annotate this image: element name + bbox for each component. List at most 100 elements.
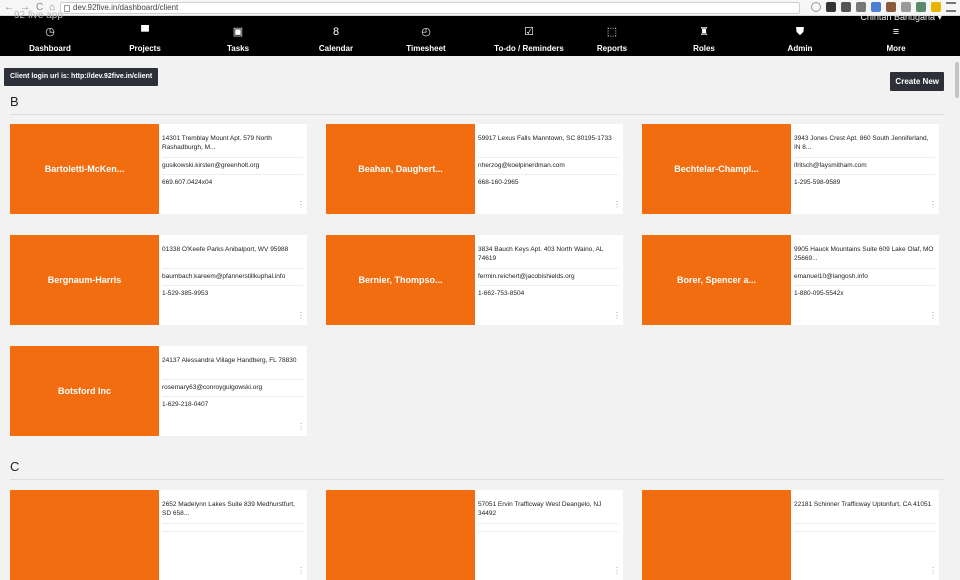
nav-item-label: Roles	[693, 44, 715, 53]
top-navigation: 92 five app Chintan Banugaria ▾ ◷ Dashboa…	[0, 10, 960, 56]
nav-item-tasks[interactable]: ▣ Tasks	[218, 16, 258, 56]
client-name-tile[interactable]: Bartoletti-McKen...	[10, 124, 159, 214]
card-menu-icon[interactable]: ⋮	[929, 567, 937, 575]
client-email: nherzog@koelpinerdman.com	[478, 158, 619, 175]
nav-item-dashboard[interactable]: ◷ Dashboard	[26, 16, 74, 56]
client-email: gusikowski.kirsten@greenholt.org	[162, 158, 303, 175]
client-name-tile[interactable]: Bechtelar-Champl...	[642, 124, 791, 214]
nav-item-label: Calendar	[318, 44, 354, 53]
address-bar-text: dev.92five.in/dashboard/client	[73, 3, 179, 12]
extension-icon[interactable]	[871, 2, 881, 12]
client-phone: 1-529-385-9953	[162, 290, 209, 297]
card-menu-icon[interactable]: ⋮	[613, 567, 621, 575]
client-info: 22181 Schinner Trafficway Uptonfurt, CA …	[791, 490, 939, 580]
client-phone: 1-295-598-9589	[794, 179, 841, 186]
client-info: 2652 Madelynn Lakes Suite 839 Medhurstfu…	[159, 490, 307, 580]
client-address: 22181 Schinner Trafficway Uptonfurt, CA …	[794, 500, 935, 524]
client-name-tile[interactable]: Bernier, Thompso...	[326, 235, 475, 325]
nav-item-more[interactable]: ≡ More	[876, 16, 916, 56]
client-name-tile[interactable]: Beahan, Daughert...	[326, 124, 475, 214]
client-name-tile[interactable]	[10, 490, 159, 580]
client-email: emanuel10@langosh.info	[794, 269, 935, 286]
nav-item-admin[interactable]: ⛊ Admin	[780, 16, 820, 56]
extension-icon[interactable]	[931, 2, 941, 12]
card-menu-icon[interactable]: ⋮	[929, 201, 937, 209]
client-card[interactable]: Borer, Spencer a... 9905 Hauck Mountains …	[642, 235, 939, 325]
nav-item-timesheet[interactable]: ◴ Timesheet	[396, 16, 456, 56]
nav-item-calendar[interactable]: 8 Calendar	[314, 16, 358, 56]
client-login-url: Client login url is: http://dev.92five.i…	[4, 68, 159, 86]
client-email: rosemary63@conroygulgowski.org	[162, 380, 303, 397]
back-icon[interactable]: ←	[4, 2, 14, 13]
create-new-button[interactable]: Create New	[890, 72, 944, 91]
client-name-tile[interactable]: Bergnaum-Harris	[10, 235, 159, 325]
card-menu-icon[interactable]: ⋮	[613, 201, 621, 209]
extension-icon[interactable]	[916, 2, 926, 12]
client-card[interactable]: Bernier, Thompso... 3834 Bauch Keys Apt. …	[326, 235, 623, 325]
client-phone: 669.607.0424x04	[162, 179, 213, 186]
client-card[interactable]: Bartoletti-McKen... 14301 Tremblay Mount …	[10, 124, 307, 214]
nav-item-label: Reports	[596, 44, 628, 53]
client-email: fermin.reichert@jacobishields.org	[478, 269, 619, 286]
nav-item-label: Timesheet	[406, 44, 446, 53]
client-email	[162, 524, 303, 532]
nav-item-label: Tasks	[226, 44, 250, 53]
client-card[interactable]: 22181 Schinner Trafficway Uptonfurt, CA …	[642, 490, 939, 580]
client-address: 3943 Jones Crest Apt. 860 South Jennifer…	[794, 134, 935, 158]
browser-toolbar: ← → C ⌂ dev.92five.in/dashboard/client	[0, 0, 960, 16]
group-letter: C	[10, 459, 20, 474]
nav-item-label: Projects	[129, 44, 161, 53]
nav-item-projects[interactable]: ▀ Projects	[122, 16, 168, 56]
group-divider	[10, 114, 944, 115]
nav-item-reports[interactable]: ⬚ Reports	[588, 16, 636, 56]
card-menu-icon[interactable]: ⋮	[297, 201, 305, 209]
chrome-menu-icon[interactable]	[946, 2, 956, 12]
card-menu-icon[interactable]: ⋮	[297, 423, 305, 431]
nav-item-label: To-do / Reminders	[494, 44, 564, 53]
page-scrollbar[interactable]	[954, 56, 960, 522]
checklist-icon: ☑	[524, 26, 534, 38]
group-divider	[10, 479, 944, 480]
client-email: baumbach.kareem@pfannerstillkuphal.info	[162, 269, 303, 286]
extension-icon[interactable]	[886, 2, 896, 12]
card-menu-icon[interactable]: ⋮	[297, 567, 305, 575]
client-info: 9905 Hauck Mountains Suite 609 Lake Olaf…	[791, 235, 939, 325]
menu-icon: ≡	[892, 26, 900, 38]
client-address: 14301 Tremblay Mount Apt. 579 North Rash…	[162, 134, 303, 158]
client-address: 59917 Lexus Falls Manntown, SC 80195-173…	[478, 134, 619, 158]
client-info: 3943 Jones Crest Apt. 860 South Jennifer…	[791, 124, 939, 214]
card-menu-icon[interactable]: ⋮	[613, 312, 621, 320]
client-name-tile[interactable]	[326, 490, 475, 580]
client-card[interactable]: Bechtelar-Champl... 3943 Jones Crest Apt.…	[642, 124, 939, 214]
extension-icon[interactable]	[841, 2, 851, 12]
client-card[interactable]: 2652 Madelynn Lakes Suite 839 Medhurstfu…	[10, 490, 307, 580]
nav-item-roles[interactable]: ♜ Roles	[684, 16, 724, 56]
client-card[interactable]: 57051 Ervin Trafficway West Deangelo, NJ…	[326, 490, 623, 580]
client-name-tile[interactable]	[642, 490, 791, 580]
client-info: 24137 Alessandra Village Handberg, FL 78…	[159, 346, 307, 436]
client-card[interactable]: Botsford Inc 24137 Alessandra Village Han…	[10, 346, 307, 436]
presentation-icon: ▀	[141, 26, 149, 38]
extension-icon[interactable]	[826, 2, 836, 12]
client-phone: 1-629-218-0407	[162, 401, 209, 408]
scrollbar-thumb[interactable]	[955, 62, 959, 98]
address-bar[interactable]: dev.92five.in/dashboard/client	[60, 2, 800, 14]
client-address: 01338 O'Keefe Parks Anibalport, WV 95988	[162, 245, 303, 269]
card-menu-icon[interactable]: ⋮	[297, 312, 305, 320]
bookmark-star-icon[interactable]	[811, 2, 821, 12]
client-name-tile[interactable]: Borer, Spencer a...	[642, 235, 791, 325]
client-card[interactable]: Bergnaum-Harris 01338 O'Keefe Parks Aniba…	[10, 235, 307, 325]
nav-item-to-do-reminders[interactable]: ☑ To-do / Reminders	[492, 16, 566, 56]
card-menu-icon[interactable]: ⋮	[929, 312, 937, 320]
client-phone: 668-160-2965	[478, 179, 519, 186]
calendar-icon: 8	[332, 26, 340, 38]
speedometer-icon: ◷	[45, 26, 55, 38]
client-name-tile[interactable]: Botsford Inc	[10, 346, 159, 436]
client-email	[478, 524, 619, 532]
extension-icon[interactable]	[901, 2, 911, 12]
client-card[interactable]: Beahan, Daughert... 59917 Lexus Falls Man…	[326, 124, 623, 214]
client-phone	[478, 532, 619, 539]
extension-icon[interactable]	[856, 2, 866, 12]
client-phone	[794, 532, 935, 539]
client-info: 14301 Tremblay Mount Apt. 579 North Rash…	[159, 124, 307, 214]
